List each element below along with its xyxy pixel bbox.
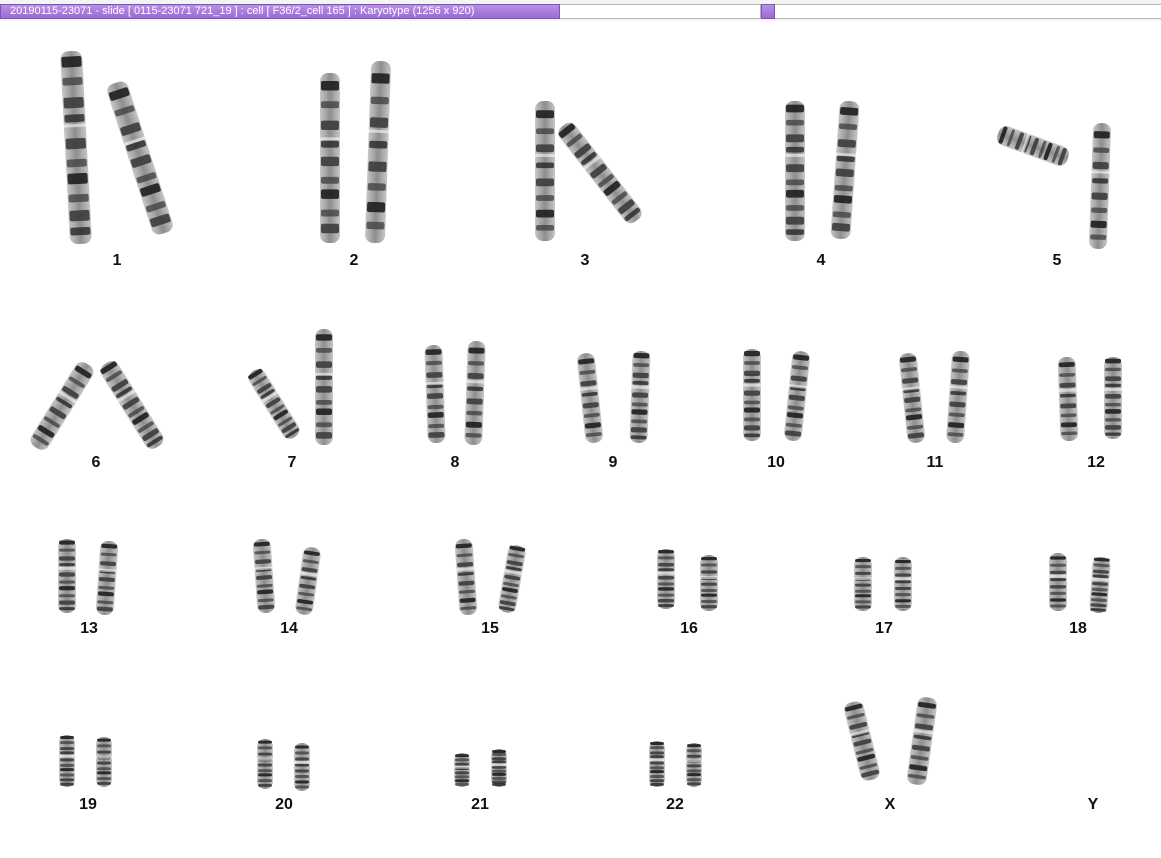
- chromosome-12-homolog-2[interactable]: [1103, 356, 1123, 440]
- chromosome-10-homolog-1[interactable]: [742, 348, 762, 442]
- chromosome-label-21: 21: [471, 796, 489, 813]
- chromosome-label-19: 19: [79, 796, 97, 813]
- window-title: 20190115-23071 - slide [ 0115-23071 721_…: [0, 4, 560, 19]
- chromosome-11-homolog-2[interactable]: [945, 349, 972, 444]
- chromosome-13-homolog-1[interactable]: [57, 538, 77, 614]
- chromosome-label-8: 8: [450, 454, 460, 471]
- chromosome-label-3: 3: [580, 252, 590, 269]
- chromosome-14-homolog-2[interactable]: [293, 545, 323, 617]
- chromosome-2-homolog-1[interactable]: [319, 72, 341, 244]
- chromosome-label-x: X: [884, 796, 896, 813]
- karyotype-canvas: 1 2 3 4 5 6 7 8 9 10 11 12 13 14 15 16 17 18 19 20 21 22 X Y: [0, 21, 1161, 858]
- chromosome-6-homolog-2[interactable]: [96, 357, 168, 453]
- chromosome-21-homolog-1[interactable]: [453, 752, 471, 788]
- chromosome-9-homolog-2[interactable]: [628, 350, 651, 445]
- chromosome-7-homolog-1[interactable]: [244, 365, 303, 443]
- chromosome-18-homolog-1[interactable]: [1048, 552, 1068, 612]
- chromosome-label-22: 22: [666, 796, 684, 813]
- chromosome-16-homolog-1[interactable]: [656, 548, 676, 610]
- chromosome-label-6: 6: [91, 454, 101, 471]
- chromosome-9-homolog-1[interactable]: [575, 351, 605, 445]
- chromosome-x-homolog-1[interactable]: [841, 699, 882, 784]
- chromosome-label-10: 10: [767, 454, 785, 471]
- chromosome-label-15: 15: [481, 620, 499, 637]
- chromosome-1-homolog-2[interactable]: [104, 78, 176, 238]
- chromosome-label-y: Y: [1087, 796, 1099, 813]
- chromosome-8-homolog-2[interactable]: [463, 340, 487, 447]
- chromosome-11-homolog-1[interactable]: [897, 351, 927, 445]
- chromosome-3-homolog-1[interactable]: [534, 100, 556, 242]
- chromosome-4-homolog-2[interactable]: [829, 99, 861, 240]
- chromosome-label-1: 1: [112, 252, 122, 269]
- chromosome-18-homolog-2[interactable]: [1088, 555, 1112, 614]
- chromosome-label-2: 2: [349, 252, 359, 269]
- chromosome-20-homolog-2[interactable]: [293, 742, 311, 792]
- chromosome-21-homolog-2[interactable]: [490, 748, 508, 788]
- chromosome-14-homolog-1[interactable]: [251, 537, 276, 614]
- chromosome-label-5: 5: [1052, 252, 1062, 269]
- chromosome-label-16: 16: [680, 620, 698, 637]
- chromosome-15-homolog-1[interactable]: [453, 537, 478, 616]
- title-track: [560, 4, 761, 19]
- chromosome-1-homolog-1[interactable]: [59, 50, 93, 246]
- chromosome-17-homolog-2[interactable]: [893, 556, 913, 612]
- chromosome-8-homolog-1[interactable]: [423, 344, 446, 445]
- chromosome-label-9: 9: [608, 454, 618, 471]
- chromosome-5-homolog-1[interactable]: [994, 123, 1073, 170]
- chromosome-17-homolog-1[interactable]: [853, 556, 873, 612]
- chromosome-19-homolog-1[interactable]: [58, 734, 76, 788]
- chromosome-4-homolog-1[interactable]: [784, 100, 806, 242]
- chromosome-label-11: 11: [926, 454, 944, 471]
- chromosome-label-18: 18: [1069, 620, 1087, 637]
- chromosome-label-4: 4: [816, 252, 826, 269]
- chromosome-label-14: 14: [280, 620, 298, 637]
- chromosome-x-homolog-2[interactable]: [905, 695, 939, 787]
- chromosome-3-homolog-2[interactable]: [554, 118, 646, 228]
- chromosome-2-homolog-2[interactable]: [364, 60, 392, 245]
- chromosome-7-homolog-2[interactable]: [314, 328, 334, 446]
- chromosome-label-12: 12: [1087, 454, 1105, 471]
- title-scroll-handle[interactable]: [761, 4, 775, 19]
- chromosome-13-homolog-2[interactable]: [94, 539, 119, 616]
- window-titlebar: 20190115-23071 - slide [ 0115-23071 721_…: [0, 0, 1161, 21]
- chromosome-12-homolog-1[interactable]: [1057, 356, 1080, 443]
- chromosome-20-homolog-1[interactable]: [256, 738, 274, 790]
- chromosome-15-homolog-2[interactable]: [496, 543, 528, 615]
- chromosome-label-7: 7: [287, 454, 297, 471]
- title-track-rest: [775, 4, 1161, 19]
- chromosome-16-homolog-2[interactable]: [699, 554, 719, 612]
- chromosome-10-homolog-2[interactable]: [782, 349, 812, 443]
- chromosome-6-homolog-1[interactable]: [26, 358, 98, 454]
- chromosome-label-17: 17: [875, 620, 893, 637]
- chromosome-5-homolog-2[interactable]: [1088, 122, 1112, 251]
- chromosome-label-20: 20: [275, 796, 293, 813]
- chromosome-22-homolog-2[interactable]: [685, 742, 703, 788]
- chromosome-19-homolog-2[interactable]: [95, 736, 113, 788]
- chromosome-22-homolog-1[interactable]: [648, 740, 666, 788]
- chromosome-label-13: 13: [80, 620, 98, 637]
